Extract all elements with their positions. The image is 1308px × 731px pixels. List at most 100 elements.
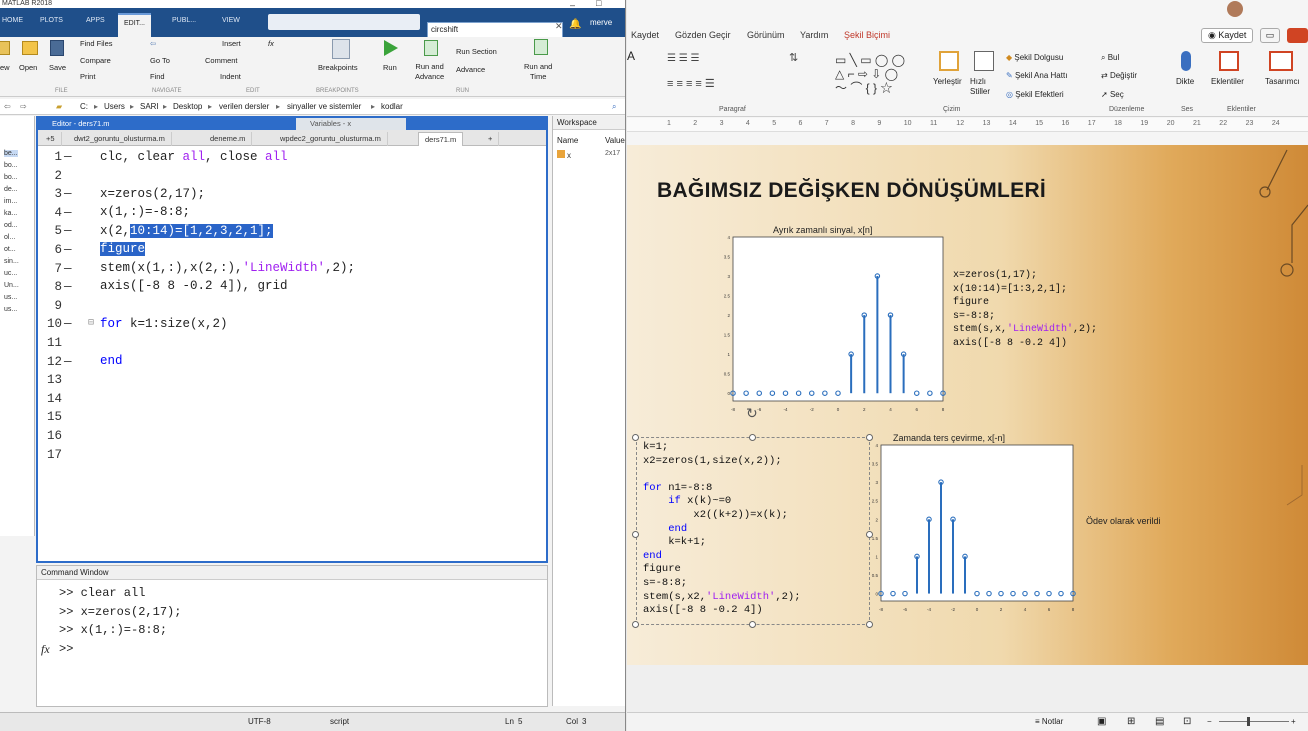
slide-sorter-icon[interactable]: ⊞ <box>1127 713 1135 730</box>
file-item[interactable]: Un... <box>4 282 19 289</box>
save-icon[interactable] <box>50 40 64 56</box>
comment-icon[interactable]: ▭ <box>1260 28 1280 43</box>
arrange-icon[interactable] <box>939 51 959 71</box>
slide-title[interactable]: BAĞIMSIZ DEĞİŞKEN DÖNÜŞÜMLERİ <box>657 179 1046 203</box>
tab-editor[interactable]: EDIT... <box>118 13 152 37</box>
save-button[interactable]: Save <box>49 63 66 72</box>
hizli-stiller-button[interactable]: Hızlı Stiller <box>970 77 990 97</box>
editor-tab[interactable]: +5 <box>40 132 62 146</box>
current-folder-bar[interactable]: ⇦ ⇨ ▰ C: ▸ Users ▸ SARI ▸ Desktop ▸ veri… <box>0 99 625 115</box>
quick-access-toolbar[interactable] <box>268 14 420 30</box>
run-and-time-icon[interactable] <box>534 39 548 55</box>
breakpoint-marker[interactable]: — <box>64 317 72 331</box>
degistir-button[interactable]: ⇄ Değiştir <box>1101 71 1137 80</box>
fx-icon[interactable]: fx <box>268 39 274 48</box>
path-segment[interactable]: sinyaller ve sistemler <box>287 99 361 115</box>
sekil-ana-hatti-button[interactable]: ✎ Şekil Ana Hattı <box>1006 71 1067 80</box>
fold-icon[interactable]: ⊟ <box>88 317 94 329</box>
resize-handle[interactable] <box>866 434 873 441</box>
file-item[interactable]: bo... <box>4 162 18 169</box>
addins-icon[interactable] <box>1219 51 1239 71</box>
tab-home[interactable]: HOME <box>2 17 23 24</box>
compare-button[interactable]: Compare <box>80 56 111 65</box>
path-segment[interactable]: C: <box>80 99 88 115</box>
run-section-button[interactable]: Run Section <box>456 47 497 56</box>
open-button[interactable]: Open <box>19 63 37 72</box>
file-item[interactable]: sin... <box>4 258 19 265</box>
editor-tab[interactable]: dwt2_goruntu_olusturma.m <box>68 132 172 146</box>
breakpoints-button[interactable]: Breakpoints <box>318 63 358 72</box>
new-button[interactable]: ew <box>0 63 10 72</box>
shapes-gallery[interactable]: ▭ ╲ ▭ ◯ ◯ △ ⌐ ⇨ ⇩ ◯ 〜 ⌒ { } ☆ <box>835 53 913 99</box>
breakpoint-marker[interactable]: — <box>64 355 72 369</box>
plot1-stem-chart[interactable]: 0 0.5 1 1.5 2 2.5 3 3.5 4 -8 -6 -4 -2 0 2 4 6 8 <box>719 235 947 415</box>
run-and-advance-button[interactable]: Run and Advance <box>415 62 444 82</box>
tab-view[interactable]: VIEW <box>222 17 240 24</box>
breakpoint-marker[interactable]: — <box>64 150 72 164</box>
sec-button[interactable]: ➚ Seç <box>1101 90 1124 99</box>
resize-handle[interactable] <box>632 621 639 628</box>
indent-button[interactable]: Indent <box>220 72 241 81</box>
tasarimci-button[interactable]: Tasarımcı <box>1265 77 1300 86</box>
plot2-caption[interactable]: Zamanda ters çevirme, x[-n] <box>893 433 1005 443</box>
run-button[interactable]: Run <box>383 63 397 72</box>
normal-view-icon[interactable]: ▣ <box>1097 713 1106 730</box>
text-direction-icon[interactable]: ⇅ <box>789 51 798 64</box>
code-area[interactable]: clc, clear all, close all x=zeros(2,17);… <box>38 148 546 561</box>
zoom-slider[interactable] <box>1219 721 1289 722</box>
find-button[interactable]: Find <box>150 72 165 81</box>
tab-publish[interactable]: PUBL... <box>172 17 196 24</box>
editor-tab-active[interactable]: ders71.m <box>418 132 464 146</box>
file-item[interactable]: od... <box>4 222 18 229</box>
workspace-col-value[interactable]: Value <box>605 136 625 145</box>
new-icon[interactable] <box>0 41 10 55</box>
path-segment[interactable]: Desktop <box>173 99 202 115</box>
tab-apps[interactable]: APPS <box>86 17 105 24</box>
fx-icon[interactable]: fx <box>41 642 50 657</box>
code-textbox-2[interactable]: k=1; x2=zeros(1,size(x,2)); for n1=-8:8 … <box>643 441 801 618</box>
font-color-icon[interactable]: A <box>627 49 635 63</box>
resize-handle[interactable] <box>749 621 756 628</box>
file-item[interactable]: ol... <box>4 234 15 241</box>
avatar[interactable] <box>1227 1 1243 17</box>
rotate-handle-icon[interactable]: ↻ <box>746 405 758 422</box>
microphone-icon[interactable] <box>1181 51 1191 71</box>
designer-icon[interactable] <box>1269 51 1293 71</box>
tab-gorunum[interactable]: Görünüm <box>747 25 785 45</box>
comment-button[interactable]: Comment <box>205 56 238 65</box>
bullets-icon[interactable]: ☰ ☰ ☰ <box>667 53 699 64</box>
file-item[interactable]: bo... <box>4 174 18 181</box>
file-item[interactable]: us... <box>4 294 17 301</box>
resize-handle[interactable] <box>632 434 639 441</box>
path-segment[interactable]: Users <box>104 99 125 115</box>
file-item[interactable]: be... <box>4 150 18 157</box>
yerlestir-button[interactable]: Yerleştir <box>933 77 962 86</box>
save-button[interactable]: ◉ Kaydet <box>1201 28 1254 43</box>
bul-button[interactable]: ⌕ Bul <box>1101 53 1119 63</box>
breakpoint-marker[interactable]: — <box>64 280 72 294</box>
sekil-dolgusu-button[interactable]: ◆ Şekil Dolgusu <box>1006 53 1063 62</box>
print-button[interactable]: Print <box>80 72 95 81</box>
path-segment[interactable]: SARI <box>140 99 159 115</box>
zoom-slider-thumb[interactable] <box>1247 717 1250 726</box>
tab-plots[interactable]: PLOTS <box>40 17 63 24</box>
minimize-icon[interactable]: – <box>570 0 575 10</box>
forward-icon[interactable]: ⇨ <box>20 99 27 115</box>
breakpoint-marker[interactable]: — <box>64 243 72 257</box>
homework-note[interactable]: Ödev olarak verildi <box>1086 516 1161 526</box>
resize-handle[interactable] <box>632 531 639 538</box>
plot1-caption[interactable]: Ayrık zamanlı sinyal, x[n] <box>773 225 872 235</box>
notes-area[interactable] <box>627 665 1308 715</box>
command-window[interactable]: Command Window >> clear all >> x=zeros(2… <box>36 565 548 707</box>
command-prompt[interactable]: >> <box>59 642 73 656</box>
quick-styles-icon[interactable] <box>974 51 994 71</box>
workspace-col-name[interactable]: Name <box>557 136 578 145</box>
breakpoint-marker[interactable]: — <box>64 187 72 201</box>
new-tab-button[interactable]: + <box>482 132 500 146</box>
breakpoint-marker[interactable]: — <box>64 224 72 238</box>
search-folder-icon[interactable]: ⌕ <box>612 99 616 115</box>
open-icon[interactable] <box>22 41 38 55</box>
user-menu[interactable]: merve <box>590 18 612 27</box>
file-item[interactable]: ka... <box>4 210 17 217</box>
variables-tab[interactable]: Variables - x <box>296 118 406 130</box>
